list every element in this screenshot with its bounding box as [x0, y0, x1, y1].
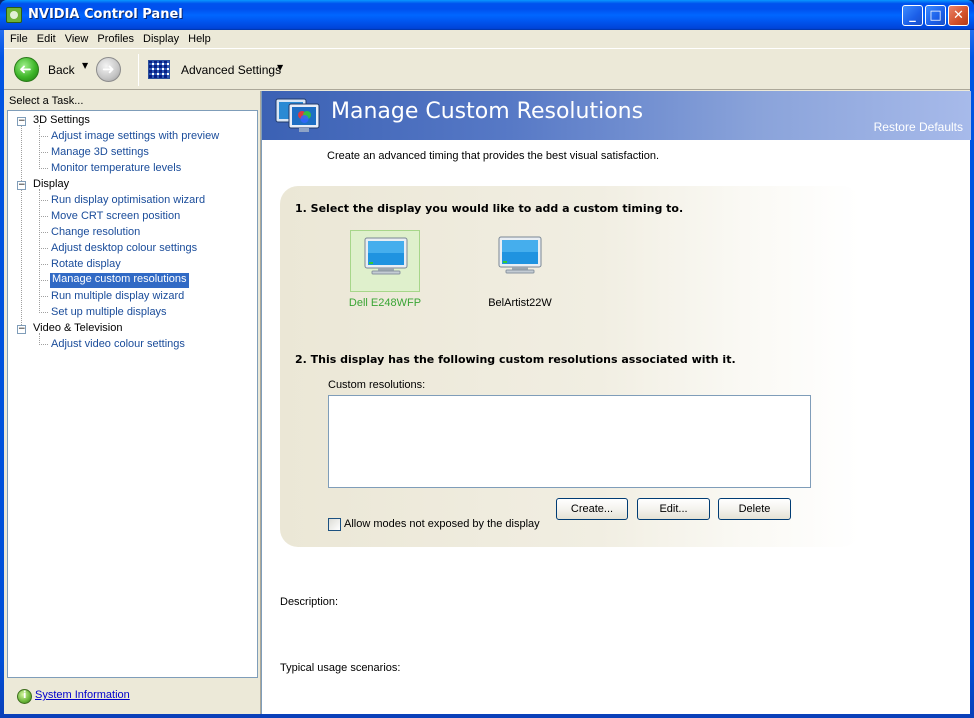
- collapse-toggle-icon[interactable]: −: [17, 117, 26, 126]
- display-belartist22w[interactable]: [485, 230, 555, 292]
- system-info-icon: [17, 689, 32, 704]
- task-pane-label: Select a Task...: [9, 95, 84, 107]
- tree-item-adjust-image-settings[interactable]: Adjust image settings with preview: [51, 130, 219, 142]
- edit-button[interactable]: Edit...: [637, 498, 710, 520]
- description-label: Description:: [280, 596, 339, 608]
- tree-line: [39, 125, 40, 167]
- tree-item-run-display-optimisation[interactable]: Run display optimisation wizard: [51, 194, 205, 206]
- custom-resolutions-list[interactable]: [328, 395, 811, 488]
- tree-item-manage-custom-resolutions[interactable]: Manage custom resolutions: [50, 273, 189, 288]
- allow-modes-label[interactable]: Allow modes not exposed by the display: [344, 518, 540, 530]
- tree-item-run-multiple-display-wizard[interactable]: Run multiple display wizard: [51, 290, 184, 302]
- tree-item-monitor-temperature[interactable]: Monitor temperature levels: [51, 162, 181, 174]
- minimize-button[interactable]: _: [902, 5, 923, 26]
- tree-item-adjust-video-colour[interactable]: Adjust video colour settings: [51, 338, 185, 350]
- create-button[interactable]: Create...: [556, 498, 628, 520]
- tree-line: [21, 125, 22, 333]
- tree-item-manage-3d-settings[interactable]: Manage 3D settings: [51, 146, 149, 158]
- collapse-toggle-icon[interactable]: −: [17, 325, 26, 334]
- menu-profiles[interactable]: Profiles: [93, 30, 139, 48]
- step-2-label: 2. This display has the following custom…: [295, 353, 736, 366]
- close-button[interactable]: ✕: [948, 5, 969, 26]
- tree-category-3d-settings[interactable]: 3D Settings: [33, 114, 90, 126]
- step-1-label: 1. Select the display you would like to …: [295, 202, 684, 215]
- page-banner: Manage Custom Resolutions Restore Defaul…: [262, 91, 971, 140]
- nvidia-app-icon: [6, 7, 22, 23]
- menu-edit[interactable]: Edit: [33, 30, 61, 48]
- menu-bar: File Edit View Profiles Display Help: [4, 30, 970, 49]
- page-subtitle: Create an advanced timing that provides …: [327, 150, 660, 162]
- title-bar: NVIDIA Control Panel _ □ ✕: [0, 0, 974, 30]
- display-label-dell[interactable]: Dell E248WFP: [341, 297, 429, 309]
- back-button[interactable]: Back: [48, 63, 75, 77]
- tree-category-video-television[interactable]: Video & Television: [33, 322, 123, 334]
- maximize-button[interactable]: □: [925, 5, 946, 26]
- restore-defaults-link[interactable]: Restore Defaults: [874, 120, 963, 134]
- menu-file[interactable]: File: [6, 30, 33, 48]
- task-tree: − 3D Settings Adjust image settings with…: [7, 110, 258, 678]
- toolbar: Back ▼ Advanced Settings ▼: [4, 50, 970, 90]
- typical-usage-label: Typical usage scenarios:: [280, 662, 401, 674]
- display-label-belartist[interactable]: BelArtist22W: [476, 297, 564, 309]
- allow-modes-checkbox[interactable]: [328, 518, 341, 531]
- close-icon: ✕: [953, 8, 964, 23]
- task-pane: Select a Task... − 3D Settings Adjust im…: [4, 91, 260, 714]
- tree-line: [39, 333, 40, 343]
- delete-button[interactable]: Delete: [718, 498, 791, 520]
- page-title: Manage Custom Resolutions: [331, 99, 644, 124]
- settings-panel: 1. Select the display you would like to …: [280, 186, 860, 547]
- displays-icon: [275, 98, 320, 132]
- tree-item-move-crt-position[interactable]: Move CRT screen position: [51, 210, 180, 222]
- client-area: File Edit View Profiles Display Help Bac…: [4, 30, 971, 714]
- tree-item-adjust-desktop-colour[interactable]: Adjust desktop colour settings: [51, 242, 197, 254]
- system-information-link[interactable]: System Information: [35, 689, 130, 701]
- content-pane: Manage Custom Resolutions Restore Defaul…: [261, 91, 971, 714]
- window-title: NVIDIA Control Panel: [28, 7, 183, 22]
- monitor-icon: [364, 237, 408, 275]
- tree-item-set-up-multiple-displays[interactable]: Set up multiple displays: [51, 306, 167, 318]
- tree-line: [39, 189, 40, 311]
- menu-view[interactable]: View: [61, 30, 94, 48]
- menu-help[interactable]: Help: [184, 30, 216, 48]
- custom-resolutions-label: Custom resolutions:: [328, 379, 426, 391]
- tree-item-rotate-display[interactable]: Rotate display: [51, 258, 121, 270]
- menu-display[interactable]: Display: [139, 30, 184, 48]
- minimize-icon: _: [909, 8, 916, 23]
- tree-category-display[interactable]: Display: [33, 178, 69, 190]
- tree-item-change-resolution[interactable]: Change resolution: [51, 226, 140, 238]
- app-window: NVIDIA Control Panel _ □ ✕ File Edit Vie…: [0, 0, 974, 718]
- advanced-settings-icon[interactable]: [148, 60, 170, 79]
- maximize-icon: □: [929, 8, 942, 23]
- toolbar-separator: [138, 54, 139, 86]
- forward-arrow-icon[interactable]: [96, 57, 121, 82]
- collapse-toggle-icon[interactable]: −: [17, 181, 26, 190]
- display-dell-e248wfp[interactable]: [350, 230, 420, 292]
- back-dropdown-arrow-icon[interactable]: ▼: [82, 61, 88, 70]
- back-arrow-icon[interactable]: [14, 57, 39, 82]
- advanced-settings-button[interactable]: Advanced Settings: [181, 63, 281, 77]
- monitor-icon: [498, 236, 542, 274]
- advanced-settings-dropdown-arrow-icon[interactable]: ▼: [277, 63, 283, 72]
